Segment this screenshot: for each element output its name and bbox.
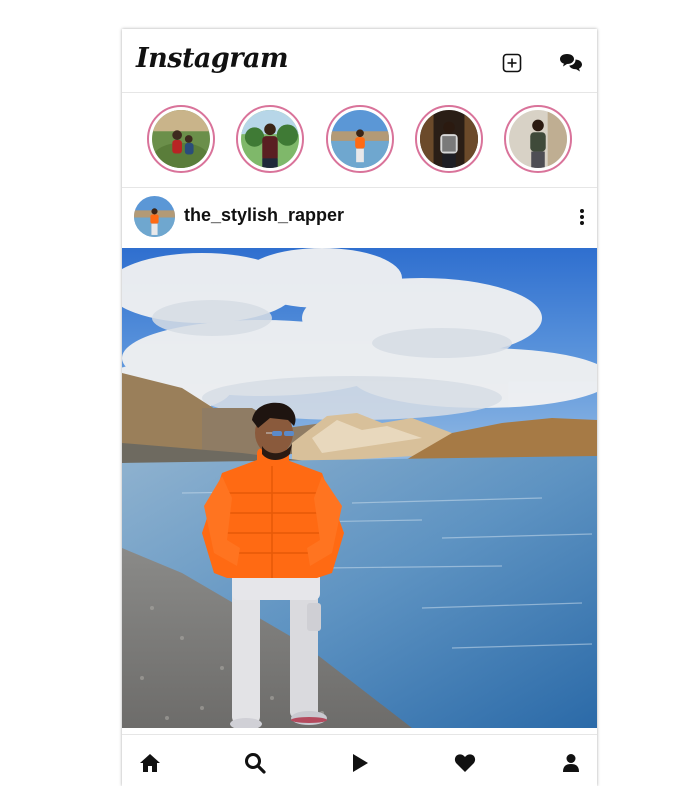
dot <box>580 221 584 225</box>
home-icon <box>140 754 160 772</box>
bottom-navigation <box>122 734 597 786</box>
story-4[interactable] <box>415 105 483 173</box>
nav-profile-button[interactable] <box>559 751 583 775</box>
stories-bar <box>122 93 597 188</box>
dot <box>580 215 584 219</box>
story-avatar <box>509 110 567 168</box>
story-avatar <box>241 110 299 168</box>
top-header: Instagram <box>122 29 597 93</box>
messages-button[interactable] <box>559 51 583 75</box>
instagram-logo[interactable]: Instagram <box>136 43 289 74</box>
phone-frame: Instagram the_stylish_rapper <box>122 29 597 786</box>
story-5[interactable] <box>504 105 572 173</box>
profile-icon <box>563 754 579 772</box>
story-1[interactable] <box>147 105 215 173</box>
post-header: the_stylish_rapper <box>122 189 597 248</box>
story-avatar <box>420 110 478 168</box>
dot <box>580 209 584 213</box>
heart-icon <box>454 754 476 772</box>
reels-icon <box>353 754 368 772</box>
story-3[interactable] <box>326 105 394 173</box>
add-post-icon <box>502 53 522 73</box>
more-options-button[interactable] <box>577 206 587 228</box>
story-avatar <box>331 110 389 168</box>
post-author-avatar[interactable] <box>134 196 175 237</box>
story-avatar <box>152 110 210 168</box>
story-2[interactable] <box>236 105 304 173</box>
add-post-button[interactable] <box>500 51 524 75</box>
post-photo[interactable] <box>122 248 597 728</box>
nav-likes-button[interactable] <box>453 751 477 775</box>
search-icon <box>245 753 266 774</box>
nav-home-button[interactable] <box>138 751 162 775</box>
post-username[interactable]: the_stylish_rapper <box>184 205 344 226</box>
messages-icon <box>560 54 582 72</box>
nav-search-button[interactable] <box>243 751 267 775</box>
nav-reels-button[interactable] <box>348 751 372 775</box>
